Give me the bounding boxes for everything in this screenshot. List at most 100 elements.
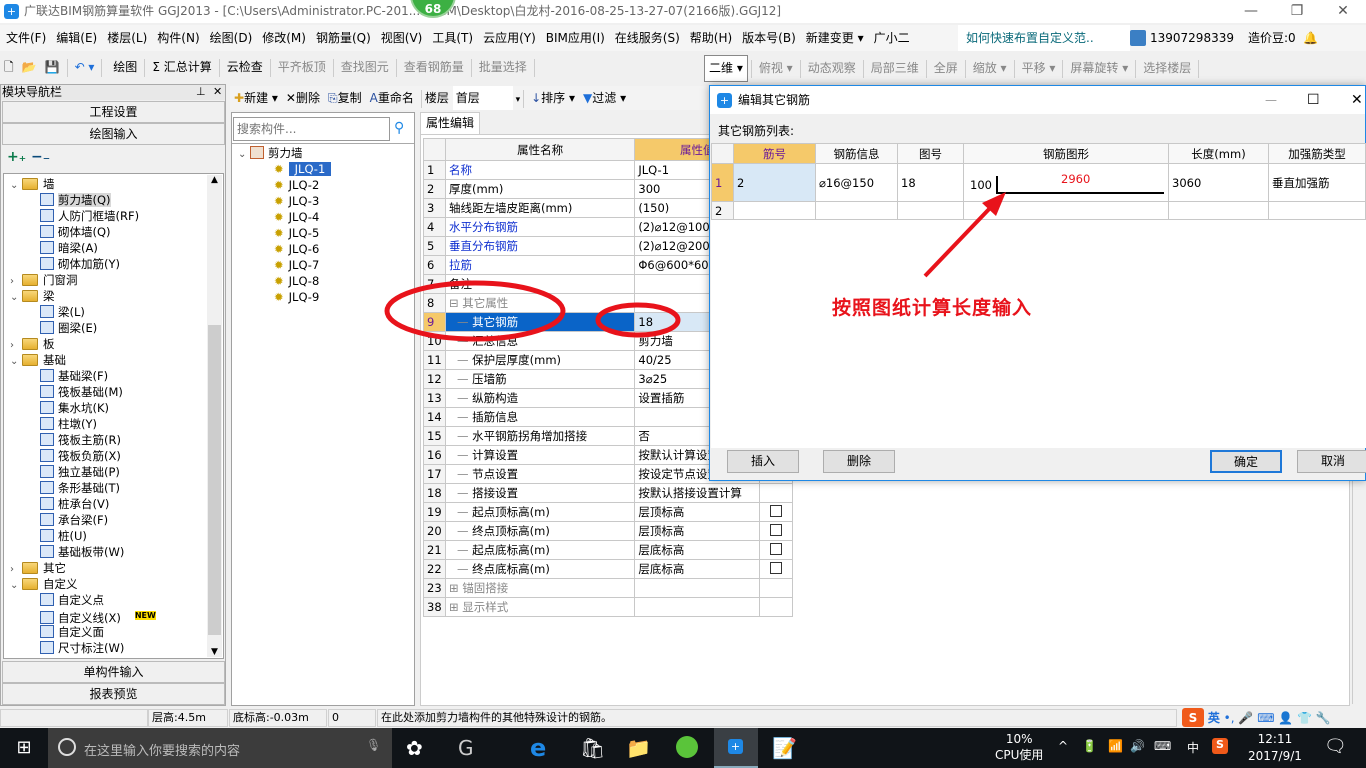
component-item[interactable]: ✹ JLQ-4: [274, 209, 319, 225]
tree-item[interactable]: 基础板带(W): [40, 544, 124, 560]
windows-start-icon[interactable]: ⊞: [0, 728, 48, 768]
property-value[interactable]: 层顶标高: [634, 502, 761, 522]
tree-item[interactable]: 砌体墙(Q): [40, 224, 111, 240]
tree-item[interactable]: 条形基础(T): [40, 480, 120, 496]
reinforce-type-cell[interactable]: 垂直加强筋: [1268, 163, 1366, 202]
report-preview-button[interactable]: 报表预览: [2, 683, 225, 705]
toolbar-button[interactable]: 局部三维: [867, 56, 923, 81]
menu-item[interactable]: 云应用(Y): [477, 25, 540, 51]
property-value[interactable]: [634, 578, 761, 598]
tab-property-edit[interactable]: 属性编辑: [420, 112, 480, 134]
component-item[interactable]: ✹ JLQ-9: [274, 289, 319, 305]
tree-item[interactable]: 圈梁(E): [40, 320, 97, 336]
task-view-icon[interactable]: ✿: [406, 736, 423, 760]
clock[interactable]: 12:11 2017/9/1: [1248, 731, 1302, 765]
property-row[interactable]: 22— 终点底标高(m) 层底标高: [423, 559, 793, 579]
new-file-icon[interactable]: 🗋: [0, 55, 18, 80]
notepad-app-icon[interactable]: 📝: [772, 736, 797, 760]
collapse-icon[interactable]: ⊟: [449, 296, 462, 310]
figure-no-cell[interactable]: 18: [897, 163, 964, 202]
menu-item[interactable]: 视图(V): [375, 25, 427, 51]
component-item[interactable]: ✹ JLQ-3: [274, 193, 319, 209]
length-cell[interactable]: 3060: [1168, 163, 1269, 202]
menu-item[interactable]: 楼层(L): [101, 25, 151, 51]
collapse-all-icon[interactable]: −₋: [31, 149, 50, 165]
tree-folder[interactable]: ⌄ 自定义: [10, 576, 78, 592]
minimize-button[interactable]: —: [1228, 0, 1274, 23]
sogou-icon[interactable]: S: [1182, 708, 1204, 727]
tree-folder[interactable]: › 板: [10, 336, 55, 352]
app-icon-g[interactable]: G: [458, 736, 474, 760]
component-item[interactable]: ✹ JLQ-1: [274, 161, 332, 177]
tree-item[interactable]: 柱墩(Y): [40, 416, 97, 432]
tree-folder[interactable]: ⌄ 基础: [10, 352, 66, 368]
open-file-icon[interactable]: 📂: [18, 55, 41, 80]
microphone-icon[interactable]: 🎙: [366, 738, 381, 752]
toolbar-button[interactable]: 选择楼层: [1139, 56, 1195, 81]
toolbar-button[interactable]: 全屏: [930, 56, 962, 81]
property-value[interactable]: [634, 597, 761, 617]
toolbar-button[interactable]: Σ 汇总计算: [148, 55, 215, 80]
edge-icon[interactable]: e: [530, 734, 546, 762]
expand-icon[interactable]: ⊞: [449, 581, 462, 595]
close-panel-icon[interactable]: ✕: [213, 85, 222, 98]
bar-no-cell[interactable]: 2: [733, 163, 816, 202]
property-row[interactable]: 38 ⊞ 显示样式: [423, 597, 793, 617]
toolbar-button[interactable]: 缩放 ▾: [969, 56, 1011, 81]
menu-item[interactable]: 版本号(B): [736, 25, 800, 51]
menu-item[interactable]: 工具(T): [426, 25, 477, 51]
account-menu[interactable]: 13907298339: [1150, 25, 1234, 51]
save-icon[interactable]: 💾: [41, 55, 64, 80]
component-item[interactable]: ✹ JLQ-6: [274, 241, 319, 257]
dialog-close-button[interactable]: ✕: [1351, 86, 1363, 114]
tree-folder[interactable]: › 门窗洞: [10, 272, 78, 288]
dialog-maximize-button[interactable]: ☐: [1307, 86, 1320, 114]
rebar-row[interactable]: 2: [711, 201, 1366, 220]
property-value[interactable]: 层底标高: [634, 540, 761, 560]
new-component-button[interactable]: ✚新建 ▾: [230, 86, 282, 110]
project-settings-button[interactable]: 工程设置: [2, 101, 225, 123]
component-group[interactable]: ⌄ 剪力墙: [238, 145, 303, 161]
checkbox[interactable]: [770, 523, 783, 536]
property-value[interactable]: 层底标高: [634, 559, 761, 579]
tree-item[interactable]: 自定义面: [40, 624, 104, 640]
menu-item[interactable]: 新建变更 ▾: [800, 25, 868, 51]
tree-item[interactable]: 自定义点: [40, 592, 104, 608]
user-center-icon[interactable]: 👤: [1278, 711, 1293, 725]
nav-scrollbar[interactable]: ▲ ▼: [207, 175, 222, 657]
chevron-down-icon[interactable]: ⌄: [10, 578, 22, 594]
draw-input-button[interactable]: 绘图输入: [2, 123, 225, 145]
property-value[interactable]: 层顶标高: [634, 521, 761, 541]
shape-main-length[interactable]: 2960: [1061, 172, 1090, 186]
chevron-down-icon[interactable]: ⌄: [10, 290, 22, 306]
sort-button[interactable]: ↓排序 ▾: [527, 86, 579, 110]
menu-item[interactable]: 编辑(E): [50, 25, 101, 51]
property-value[interactable]: 按默认搭接设置计算: [634, 483, 761, 503]
punctuation-icon[interactable]: •,: [1224, 711, 1235, 725]
tree-item[interactable]: 尺寸标注(W): [40, 640, 124, 656]
toolbar-button[interactable]: 查找图元: [337, 55, 393, 80]
toolbar-button[interactable]: 二维 ▾: [704, 55, 748, 82]
show-hidden-icons[interactable]: ^: [1058, 739, 1068, 753]
ime-lang-toggle[interactable]: 英: [1208, 711, 1220, 725]
menu-item[interactable]: BIM应用(I): [540, 25, 609, 51]
menu-item[interactable]: 构件(N): [151, 25, 203, 51]
ime-indicator[interactable]: 中: [1187, 739, 1199, 756]
tree-folder[interactable]: › 其它: [10, 560, 66, 576]
rebar-shape-cell[interactable]: 100 2960: [963, 163, 1169, 202]
chevron-down-icon[interactable]: ⌄: [10, 354, 22, 370]
tree-item[interactable]: 集水坑(K): [40, 400, 109, 416]
chevron-down-icon[interactable]: ▾: [513, 95, 521, 105]
skin-icon[interactable]: 👕: [1297, 711, 1312, 725]
tree-item[interactable]: 筏板基础(M): [40, 384, 123, 400]
tree-item[interactable]: 桩(U): [40, 528, 87, 544]
toolbar-button[interactable]: 云检查: [223, 55, 267, 80]
property-row[interactable]: 21— 起点底标高(m) 层底标高: [423, 540, 793, 560]
checkbox[interactable]: [770, 542, 783, 555]
delete-button[interactable]: 删除: [823, 450, 895, 473]
tip-link[interactable]: 如何快速布置自定义范..: [958, 25, 1130, 51]
restore-button[interactable]: ❐: [1274, 0, 1320, 23]
tree-item[interactable]: 暗梁(A): [40, 240, 98, 256]
toolbar-button[interactable]: 动态观察: [804, 56, 860, 81]
insert-button[interactable]: 插入: [727, 450, 799, 473]
